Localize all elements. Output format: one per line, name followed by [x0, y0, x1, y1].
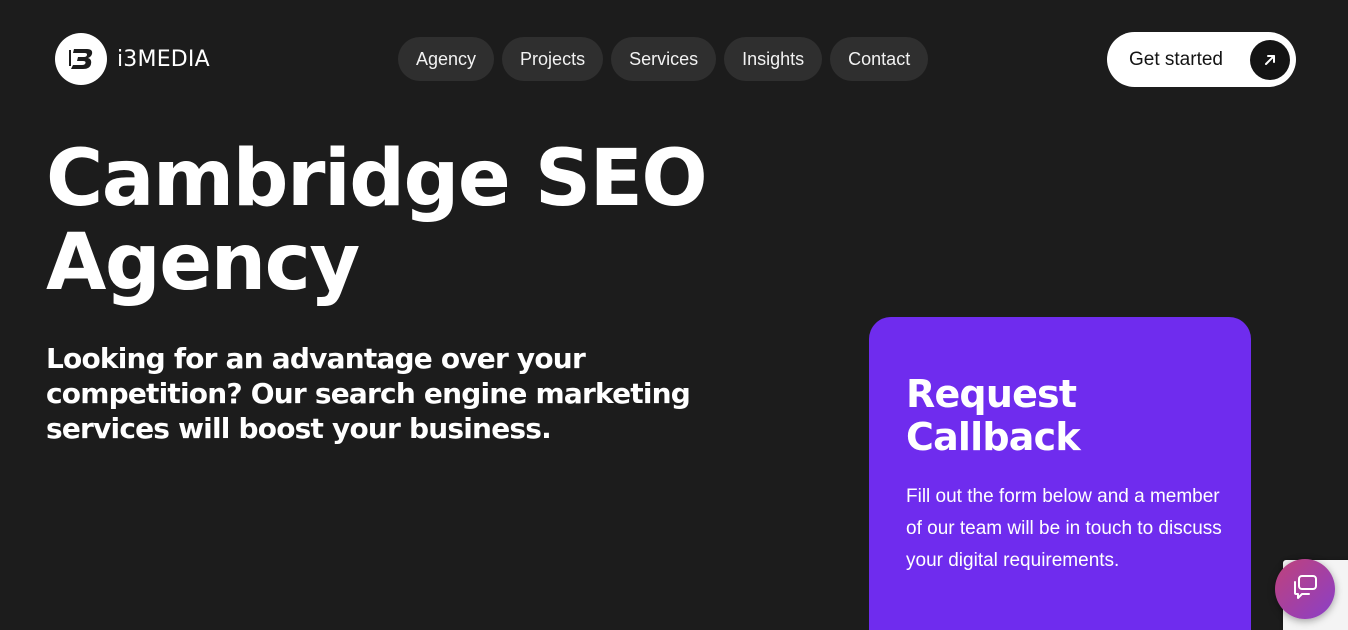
nav-item-projects[interactable]: Projects [502, 37, 604, 81]
nav-item-services[interactable]: Services [611, 37, 717, 81]
nav-item-insights[interactable]: Insights [724, 37, 823, 81]
brand-logo[interactable]: i3MEDIA [55, 33, 210, 85]
brand-name: i3MEDIA [117, 46, 210, 72]
main-nav: Agency Projects Services Insights Contac… [398, 37, 929, 81]
hero-subtitle: Looking for an advantage over your compe… [46, 342, 691, 445]
get-started-label: Get started [1129, 48, 1223, 70]
nav-item-agency[interactable]: Agency [398, 37, 495, 81]
callback-description: Fill out the form below and a member of … [906, 486, 1222, 571]
page-title-line-1: Cambridge SEO [46, 134, 708, 224]
chat-widget-button[interactable] [1275, 559, 1335, 619]
get-started-button[interactable]: Get started [1107, 32, 1296, 87]
callback-title: Request Callback [906, 372, 1081, 459]
arrow-up-right-icon [1250, 39, 1290, 80]
page: i3MEDIA Agency Projects Services Insight… [0, 0, 1348, 630]
request-callback-card: Request Callback Fill out the form below… [869, 317, 1251, 630]
nav-item-contact[interactable]: Contact [830, 37, 929, 81]
chat-bubbles-icon [1290, 573, 1320, 606]
page-title: Cambridge SEO Agency [46, 137, 766, 305]
page-title-line-2: Agency [46, 218, 360, 308]
i3-logo-icon [55, 33, 107, 85]
